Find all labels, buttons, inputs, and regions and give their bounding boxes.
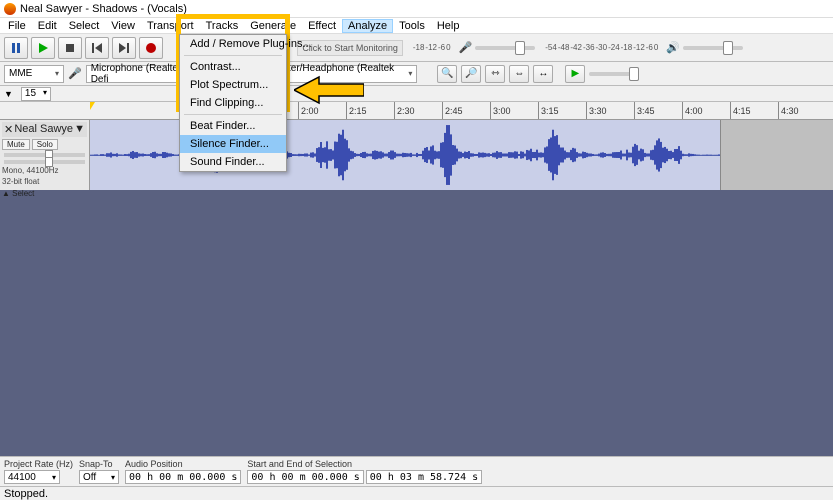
menu-item-find-clipping[interactable]: Find Clipping... [180, 94, 286, 112]
audio-host-combo[interactable]: MME [4, 65, 64, 83]
statusbar: Stopped. [0, 486, 833, 500]
stop-button[interactable] [58, 37, 82, 59]
selection-end-field[interactable]: 00 h 03 m 58.724 s [366, 470, 482, 484]
timeline-tick: 3:30 [586, 102, 607, 119]
menu-view[interactable]: View [105, 19, 141, 33]
menu-item-beat-finder[interactable]: Beat Finder... [180, 117, 286, 135]
menu-item-plot-spectrum[interactable]: Plot Spectrum... [180, 76, 286, 94]
chevron-down-icon[interactable]: ▼ [4, 89, 13, 99]
speaker-icon: 🔊 [666, 41, 743, 54]
empty-tracks-area[interactable] [0, 190, 833, 488]
project-rate-label: Project Rate (Hz) [4, 459, 73, 469]
track-control-panel[interactable]: ✕Neal Sawye▼ Mute Solo Mono, 44100Hz 32-… [0, 120, 90, 190]
audio-position-label: Audio Position [125, 459, 241, 469]
zoom-toggle-button[interactable]: ↔ [533, 65, 553, 83]
snap-to-label: Snap-To [79, 459, 119, 469]
app-icon [4, 3, 16, 15]
timeline-corner [0, 102, 90, 120]
solo-button[interactable]: Solo [32, 139, 58, 150]
timeline-tick: 2:00 [298, 102, 319, 119]
timeline-tick: 2:45 [442, 102, 463, 119]
menu-edit[interactable]: Edit [32, 19, 63, 33]
menu-item-silence-finder[interactable]: Silence Finder... [180, 135, 286, 153]
track-format-line2: 32-bit float [2, 178, 87, 187]
mic-icon: 🎤 [68, 67, 82, 80]
menu-transport[interactable]: Transport [141, 19, 200, 33]
play-meter: -54-48-42-36-30-24-18-12-60 [545, 43, 658, 52]
timeline-tick: 3:45 [634, 102, 655, 119]
menu-help[interactable]: Help [431, 19, 466, 33]
timeline-tick: 3:00 [490, 102, 511, 119]
menu-file[interactable]: File [2, 19, 32, 33]
track-row: ✕Neal Sawye▼ Mute Solo Mono, 44100Hz 32-… [0, 120, 833, 190]
record-button[interactable] [139, 37, 163, 59]
timeline-tick: 4:30 [778, 102, 799, 119]
menu-generate[interactable]: Generate [244, 19, 302, 33]
timeline-tick: 4:15 [730, 102, 751, 119]
track-name[interactable]: Neal Sawye [14, 123, 73, 136]
analyze-menu-dropdown: Add / Remove Plug-ins... Contrast...Plot … [179, 34, 287, 172]
timeline-tick: 4:00 [682, 102, 703, 119]
titlebar: Neal Sawyer - Shadows - (Vocals) [0, 0, 833, 18]
project-rate-combo[interactable]: 44100 [4, 470, 60, 484]
input-gain-slider[interactable] [475, 46, 535, 50]
timeline-tick: 2:15 [346, 102, 367, 119]
output-gain-slider[interactable] [683, 46, 743, 50]
record-meter: -18-12-60 [413, 43, 451, 52]
menu-item-contrast[interactable]: Contrast... [180, 58, 286, 76]
playback-speed-slider[interactable] [589, 72, 639, 76]
window-title: Neal Sawyer - Shadows - (Vocals) [20, 3, 187, 15]
fit-project-button[interactable]: ⇔ [509, 65, 529, 83]
selection-value[interactable]: 15 [21, 87, 51, 101]
click-monitor-text[interactable]: Click to Start Monitoring [297, 40, 403, 56]
audio-position-field[interactable]: 00 h 00 m 00.000 s [125, 470, 241, 484]
track-close-button[interactable]: ✕ [4, 123, 13, 136]
mute-button[interactable]: Mute [2, 139, 30, 150]
mic-icon: 🎤 [459, 41, 536, 54]
menu-item-add-remove-plug-ins[interactable]: Add / Remove Plug-ins... [180, 35, 286, 53]
device-toolbar: MME 🎤 Microphone (Realtek High Defi 🔊 Sp… [0, 62, 833, 86]
selection-bar: ▼ 15 [0, 86, 833, 102]
menubar: FileEditSelectViewTransportTracksGenerat… [0, 18, 833, 34]
track-pan-slider[interactable] [4, 160, 85, 164]
play-at-speed-button[interactable]: ▶ [565, 65, 585, 83]
track-format-line1: Mono, 44100Hz [2, 167, 87, 176]
snap-to-combo[interactable]: Off [79, 470, 119, 484]
timeline-tick: 2:30 [394, 102, 415, 119]
fit-selection-button[interactable]: ⇿ [485, 65, 505, 83]
skip-start-button[interactable] [85, 37, 109, 59]
zoom-out-button[interactable]: 🔎 [461, 65, 481, 83]
selection-range-label: Start and End of Selection [247, 459, 482, 469]
status-text: Stopped. [4, 488, 48, 500]
menu-select[interactable]: Select [63, 19, 106, 33]
transport-toolbar: Click to Start Monitoring -18-12-60 🎤 -5… [0, 34, 833, 62]
menu-tools[interactable]: Tools [393, 19, 431, 33]
play-button[interactable] [31, 37, 55, 59]
menu-effect[interactable]: Effect [302, 19, 342, 33]
timeline-tick: 3:15 [538, 102, 559, 119]
pause-button[interactable] [4, 37, 28, 59]
track-collapse-button[interactable]: ▲ Select [2, 189, 87, 198]
track-menu-chevron[interactable]: ▼ [74, 123, 85, 136]
track-empty-tail [720, 120, 833, 190]
selection-toolbar: Project Rate (Hz) 44100 Snap-To Off Audi… [0, 456, 833, 486]
zoom-in-button[interactable]: 🔍 [437, 65, 457, 83]
selection-start-field[interactable]: 00 h 00 m 00.000 s [247, 470, 363, 484]
skip-end-button[interactable] [112, 37, 136, 59]
menu-analyze[interactable]: Analyze [342, 19, 393, 33]
menu-tracks[interactable]: Tracks [200, 19, 245, 33]
menu-item-sound-finder[interactable]: Sound Finder... [180, 153, 286, 171]
playhead-marker[interactable] [90, 102, 95, 110]
